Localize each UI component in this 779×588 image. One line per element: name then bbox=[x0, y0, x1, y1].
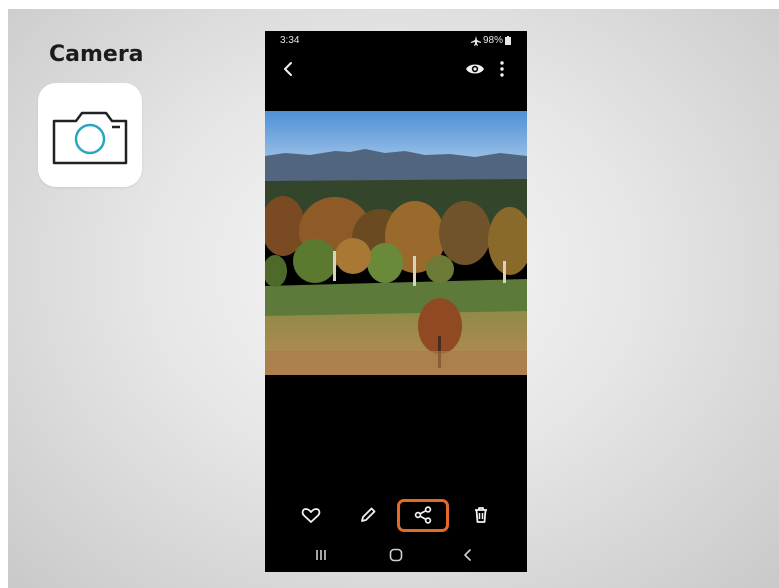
landscape-photo bbox=[265, 111, 527, 375]
nav-back-icon[interactable] bbox=[458, 545, 478, 565]
photo-toolbar bbox=[265, 497, 527, 537]
back-arrow-icon[interactable] bbox=[279, 59, 299, 79]
phone-screen: 3:34 98% bbox=[265, 31, 527, 572]
camera-app-tile bbox=[38, 83, 142, 187]
app-title: Camera bbox=[49, 42, 144, 67]
camera-icon bbox=[52, 111, 128, 165]
status-time: 3:34 bbox=[280, 35, 300, 46]
home-icon[interactable] bbox=[386, 545, 406, 565]
heart-icon[interactable] bbox=[299, 503, 323, 527]
share-icon[interactable] bbox=[411, 503, 435, 527]
pencil-icon[interactable] bbox=[356, 503, 380, 527]
trash-icon[interactable] bbox=[469, 503, 493, 527]
battery-icon bbox=[505, 36, 511, 45]
system-nav-bar bbox=[265, 539, 527, 572]
status-bar: 3:34 98% bbox=[265, 31, 527, 51]
eye-icon[interactable] bbox=[465, 61, 485, 77]
more-vertical-icon[interactable] bbox=[496, 59, 508, 79]
recents-icon[interactable] bbox=[311, 545, 331, 565]
airplane-icon bbox=[470, 35, 481, 46]
battery-percent: 98% bbox=[482, 35, 503, 46]
